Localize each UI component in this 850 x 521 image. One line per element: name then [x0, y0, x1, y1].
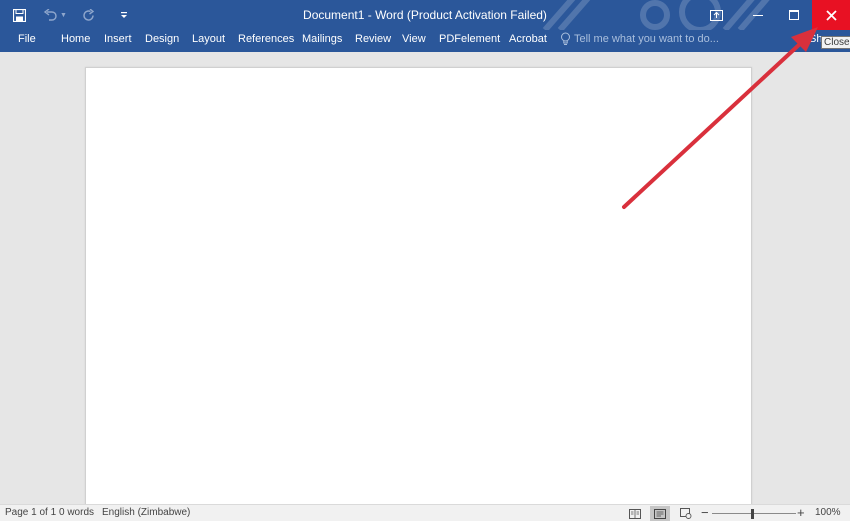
document-page[interactable]	[85, 67, 752, 504]
tab-home[interactable]: Home	[61, 30, 90, 52]
read-mode-button[interactable]	[627, 506, 643, 521]
tab-mailings[interactable]: Mailings	[302, 30, 342, 52]
ribbon-display-options-icon	[709, 9, 723, 21]
zoom-level[interactable]: 100%	[815, 505, 841, 521]
zoom-out-button[interactable]: −	[701, 505, 709, 521]
zoom-slider[interactable]	[712, 513, 796, 514]
minimize-icon	[752, 15, 763, 16]
lightbulb-icon	[561, 32, 570, 45]
zoom-slider-thumb[interactable]	[751, 509, 754, 519]
maximize-button[interactable]	[776, 0, 812, 30]
close-tooltip: Close	[821, 36, 850, 49]
tab-insert[interactable]: Insert	[104, 30, 132, 52]
close-icon	[825, 9, 837, 21]
document-area[interactable]	[0, 52, 850, 504]
page-count[interactable]: Page 1 of 1	[5, 505, 56, 521]
zoom-in-button[interactable]: +	[797, 505, 805, 521]
web-layout-icon	[680, 508, 692, 519]
ribbon-tabs: File Home Insert Design Layout Reference…	[0, 30, 850, 52]
tell-me-search[interactable]: Tell me what you want to do...	[560, 30, 719, 52]
tab-pdfelement[interactable]: PDFelement	[439, 30, 500, 52]
print-layout-icon	[654, 508, 666, 519]
status-bar: Page 1 of 1 0 words English (Zimbabwe) −…	[0, 504, 850, 521]
read-mode-icon	[629, 508, 641, 519]
word-count[interactable]: 0 words	[59, 505, 94, 521]
tab-file[interactable]: File	[18, 30, 36, 52]
tell-me-placeholder: Tell me what you want to do...	[574, 33, 719, 45]
language-indicator[interactable]: English (Zimbabwe)	[102, 505, 190, 521]
ribbon-display-options-button[interactable]	[693, 0, 739, 30]
close-button[interactable]	[812, 0, 850, 30]
tab-layout[interactable]: Layout	[192, 30, 225, 52]
tab-references[interactable]: References	[238, 30, 294, 52]
web-layout-button[interactable]	[678, 506, 694, 521]
print-layout-button[interactable]	[650, 506, 670, 521]
tab-acrobat[interactable]: Acrobat	[509, 30, 547, 52]
tab-design[interactable]: Design	[145, 30, 179, 52]
title-bar: ▼ Document1 - Word (Product Activation F…	[0, 0, 850, 30]
tab-view[interactable]: View	[402, 30, 426, 52]
maximize-icon	[789, 10, 799, 20]
tab-review[interactable]: Review	[355, 30, 391, 52]
minimize-button[interactable]	[739, 0, 776, 30]
